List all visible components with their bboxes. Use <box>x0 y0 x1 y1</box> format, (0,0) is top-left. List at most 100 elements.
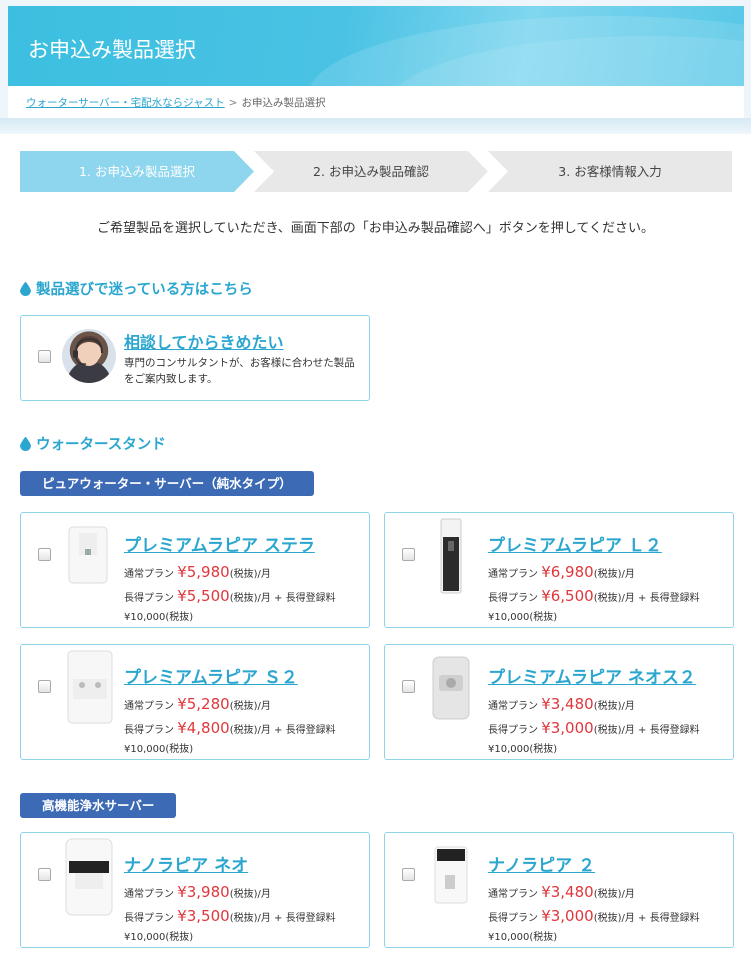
registration-fee: ¥10,000(税抜) <box>124 932 194 943</box>
per-month-label: (税抜)/月 <box>229 889 271 900</box>
normal-plan-label: 通常プラン <box>124 701 174 712</box>
consult-checkbox[interactable] <box>38 350 51 363</box>
long-plan-label: 長得プラン <box>488 725 538 736</box>
registration-fee: ¥10,000(税抜) <box>488 932 558 943</box>
long-plan-suffix: (税抜)/月 + 長得登録料 <box>229 913 336 924</box>
product-checkbox[interactable] <box>402 680 415 693</box>
per-month-label: (税抜)/月 <box>593 701 635 712</box>
step-1-label: 1. お申込み製品選択 <box>79 164 195 179</box>
main-panel: 1. お申込み製品選択 2. お申込み製品確認 3. お客様情報入力 ご希望製品… <box>0 134 751 959</box>
stand-section-title-text: ウォータースタンド <box>36 437 166 453</box>
product-card[interactable]: ナノラピア ２ 通常プラン ¥3,480(税抜)/月 長得プラン ¥3,000(… <box>384 832 734 948</box>
server-nano-neo-image <box>65 838 113 916</box>
server-l2-image <box>440 518 462 594</box>
step-3-label: 3. お客様情報入力 <box>558 164 662 179</box>
consultant-avatar <box>62 329 116 383</box>
header-band <box>0 118 751 134</box>
consult-card[interactable]: 相談してからきめたい 専門のコンサルタントが、お客様に合わせた製品をご案内致しま… <box>20 315 370 401</box>
long-plan-suffix: (税抜)/月 + 長得登録料 <box>593 913 700 924</box>
per-month-label: (税抜)/月 <box>229 701 271 712</box>
normal-price: ¥3,980 <box>177 883 230 901</box>
normal-plan-label: 通常プラン <box>124 569 174 580</box>
long-price: ¥4,800 <box>177 719 230 737</box>
long-plan-label: 長得プラン <box>124 593 174 604</box>
long-plan-label: 長得プラン <box>488 593 538 604</box>
long-plan: 長得プラン ¥3,000(税抜)/月 + 長得登録料 <box>488 907 700 925</box>
step-3: 3. お客様情報入力 <box>488 151 732 192</box>
product-name-link[interactable]: ナノラピア ２ <box>488 851 595 876</box>
page-header: お申込み製品選択 <box>8 6 744 86</box>
normal-plan: 通常プラン ¥3,980(税抜)/月 <box>124 883 271 901</box>
normal-price: ¥3,480 <box>541 883 594 901</box>
normal-plan-label: 通常プラン <box>124 889 174 900</box>
product-checkbox[interactable] <box>38 868 51 881</box>
consult-link[interactable]: 相談してからきめたい <box>124 329 284 353</box>
breadcrumb-separator: > <box>228 97 238 109</box>
long-plan: 長得プラン ¥3,500(税抜)/月 + 長得登録料 <box>124 907 336 925</box>
registration-fee: ¥10,000(税抜) <box>488 612 558 623</box>
normal-price: ¥6,980 <box>541 563 594 581</box>
normal-plan-label: 通常プラン <box>488 889 538 900</box>
product-name-link[interactable]: プレミアムラピア Ｓ２ <box>124 663 298 688</box>
stand-section-title: ウォータースタンド <box>20 433 166 454</box>
product-name-link[interactable]: プレミアムラピア ネオス２ <box>488 663 696 688</box>
normal-price: ¥3,480 <box>541 695 594 713</box>
normal-price: ¥5,980 <box>177 563 230 581</box>
consult-section-title: 製品選びで迷っている方はこちら <box>20 278 253 299</box>
product-checkbox[interactable] <box>402 868 415 881</box>
product-name-link[interactable]: プレミアムラピア Ｌ２ <box>488 531 662 556</box>
intro-text: ご希望製品を選択していただき、画面下部の「お申込み製品確認へ」ボタンを押してくだ… <box>97 221 654 236</box>
breadcrumb-home-link[interactable]: ウォーターサーバー・宅配水ならジャスト <box>26 97 225 109</box>
long-plan: 長得プラン ¥5,500(税抜)/月 + 長得登録料 <box>124 587 336 605</box>
product-card[interactable]: プレミアムラピア Ｌ２ 通常プラン ¥6,980(税抜)/月 長得プラン ¥6,… <box>384 512 734 628</box>
product-checkbox[interactable] <box>38 548 51 561</box>
long-price: ¥5,500 <box>177 587 230 605</box>
product-card[interactable]: プレミアムラピア ステラ 通常プラン ¥5,980(税抜)/月 長得プラン ¥5… <box>20 512 370 628</box>
consult-description: 専門のコンサルタントが、お客様に合わせた製品をご案内致します。 <box>124 357 355 385</box>
server-stella-image <box>68 526 108 584</box>
product-card[interactable]: プレミアムラピア Ｓ２ 通常プラン ¥5,280(税抜)/月 長得プラン ¥4,… <box>20 644 370 760</box>
page-title: お申込み製品選択 <box>28 38 196 62</box>
long-price: ¥3,000 <box>541 719 594 737</box>
per-month-label: (税抜)/月 <box>593 889 635 900</box>
step-2: 2. お申込み製品確認 <box>254 151 488 192</box>
product-checkbox[interactable] <box>38 680 51 693</box>
server-neos2-image <box>432 656 470 720</box>
normal-plan: 通常プラン ¥6,980(税抜)/月 <box>488 563 635 581</box>
long-plan-suffix: (税抜)/月 + 長得登録料 <box>229 593 336 604</box>
long-price: ¥6,500 <box>541 587 594 605</box>
registration-fee: ¥10,000(税抜) <box>124 744 194 755</box>
long-plan: 長得プラン ¥6,500(税抜)/月 + 長得登録料 <box>488 587 700 605</box>
server-nano2-image <box>434 846 468 904</box>
per-month-label: (税抜)/月 <box>229 569 271 580</box>
long-plan-label: 長得プラン <box>488 913 538 924</box>
long-plan-suffix: (税抜)/月 + 長得登録料 <box>593 593 700 604</box>
product-card[interactable]: プレミアムラピア ネオス２ 通常プラン ¥3,480(税抜)/月 長得プラン ¥… <box>384 644 734 760</box>
long-price: ¥3,000 <box>541 907 594 925</box>
normal-plan: 通常プラン ¥3,480(税抜)/月 <box>488 883 635 901</box>
long-plan-label: 長得プラン <box>124 725 174 736</box>
server-s2-image <box>67 650 113 724</box>
normal-plan: 通常プラン ¥5,980(税抜)/月 <box>124 563 271 581</box>
registration-fee: ¥10,000(税抜) <box>488 744 558 755</box>
breadcrumb: ウォーターサーバー・宅配水ならジャスト > お申込み製品選択 <box>8 86 744 118</box>
per-month-label: (税抜)/月 <box>593 569 635 580</box>
long-plan: 長得プラン ¥3,000(税抜)/月 + 長得登録料 <box>488 719 700 737</box>
product-card[interactable]: ナノラピア ネオ 通常プラン ¥3,980(税抜)/月 長得プラン ¥3,500… <box>20 832 370 948</box>
category-tag-pure: ピュアウォーター・サーバー（純水タイプ） <box>20 471 314 496</box>
product-checkbox[interactable] <box>402 548 415 561</box>
product-name-link[interactable]: ナノラピア ネオ <box>124 851 248 876</box>
long-plan-suffix: (税抜)/月 + 長得登録料 <box>593 725 700 736</box>
consult-section-title-text: 製品選びで迷っている方はこちら <box>36 282 253 298</box>
step-2-label: 2. お申込み製品確認 <box>313 164 429 179</box>
product-name-link[interactable]: プレミアムラピア ステラ <box>124 531 315 556</box>
breadcrumb-current: お申込み製品選択 <box>241 97 326 109</box>
normal-plan-label: 通常プラン <box>488 701 538 712</box>
long-plan: 長得プラン ¥4,800(税抜)/月 + 長得登録料 <box>124 719 336 737</box>
long-plan-label: 長得プラン <box>124 913 174 924</box>
water-drop-icon <box>20 437 31 451</box>
long-plan-suffix: (税抜)/月 + 長得登録料 <box>229 725 336 736</box>
registration-fee: ¥10,000(税抜) <box>124 612 194 623</box>
normal-price: ¥5,280 <box>177 695 230 713</box>
normal-plan-label: 通常プラン <box>488 569 538 580</box>
